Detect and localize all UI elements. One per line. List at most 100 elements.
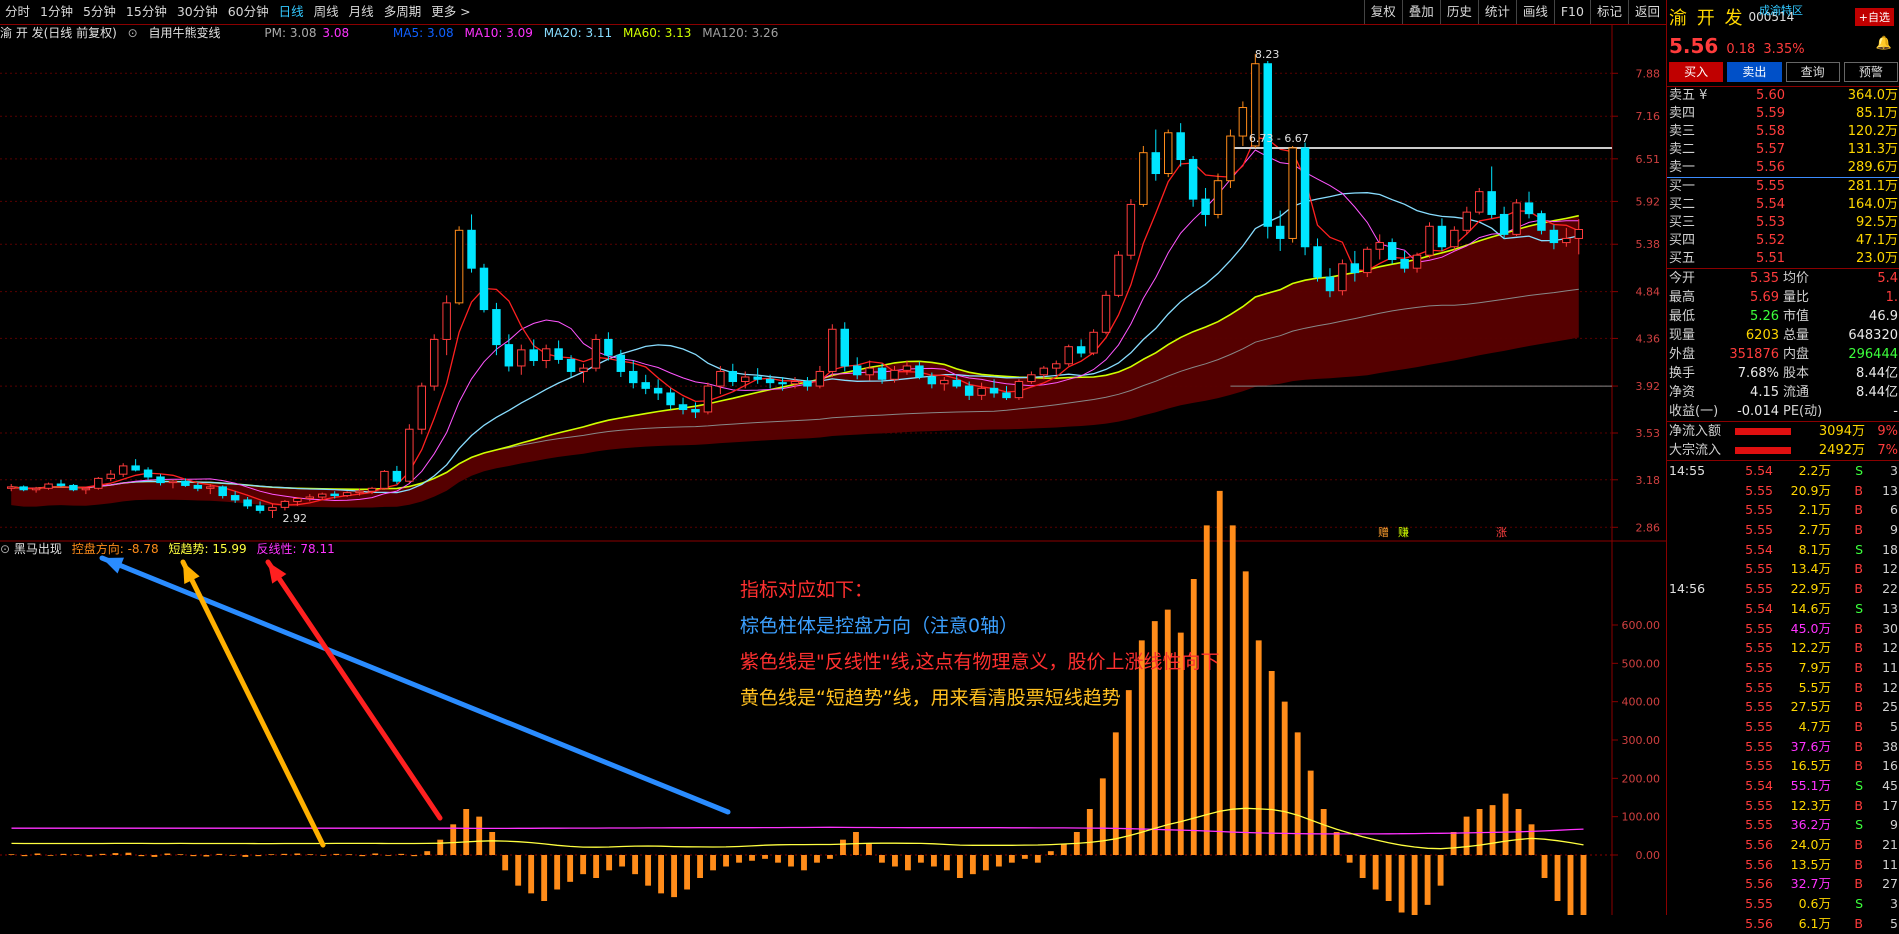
indicator-selector-icon[interactable]: ⊙ xyxy=(128,26,138,40)
buy-button[interactable]: 买入 xyxy=(1669,62,1724,82)
bid-row[interactable]: 买四 5.52 47.1万 xyxy=(1667,232,1899,250)
tick-time xyxy=(1667,855,1729,875)
ask-row[interactable]: 卖二 5.57 131.3万 xyxy=(1667,141,1899,159)
candle-body xyxy=(1537,213,1546,231)
btn-tongji[interactable]: 统计 xyxy=(1477,0,1516,24)
bell-icon[interactable]: 🔔 xyxy=(1876,36,1892,51)
candle-body xyxy=(1126,203,1136,256)
tick-row[interactable]: 5.55 12.2万 B 12 xyxy=(1667,638,1899,658)
tf-weekly[interactable]: 周线 xyxy=(309,0,344,24)
tf-multi[interactable]: 多周期 xyxy=(379,0,427,24)
candle-body xyxy=(1213,180,1223,215)
fundamental-value: 351876 xyxy=(1729,347,1779,362)
bid-row[interactable]: 买五 5.51 23.0万 xyxy=(1667,250,1899,268)
tick-row[interactable]: 5.55 45.0万 B 30 xyxy=(1667,619,1899,639)
tick-row[interactable]: 5.55 13.4万 B 12 xyxy=(1667,559,1899,579)
tick-direction: B xyxy=(1854,482,1863,498)
btn-fuquan[interactable]: 复权 xyxy=(1363,0,1402,24)
sell-button[interactable]: 卖出 xyxy=(1727,62,1782,82)
btn-diejia[interactable]: 叠加 xyxy=(1401,0,1440,24)
tick-row[interactable]: 5.56 13.5万 B 11 xyxy=(1667,855,1899,875)
tick-row[interactable]: 5.54 55.1万 S 45 xyxy=(1667,776,1899,796)
bid-row[interactable]: 买三 5.53 92.5万 xyxy=(1667,214,1899,232)
candle-body xyxy=(168,480,178,484)
btn-fanhui[interactable]: 返回 xyxy=(1627,0,1666,24)
tick-row[interactable]: 5.55 37.6万 B 38 xyxy=(1667,737,1899,757)
stock-district[interactable]: 成渝特区 xyxy=(1759,2,1803,18)
tick-direction: B xyxy=(1854,915,1863,931)
tf-15min[interactable]: 15分钟 xyxy=(121,0,172,24)
candle-body xyxy=(1338,263,1347,292)
bid-row[interactable]: 买二 5.54 164.0万 xyxy=(1667,196,1899,214)
tf-60min[interactable]: 60分钟 xyxy=(223,0,274,24)
candle-body xyxy=(405,428,414,482)
candle-body xyxy=(6,486,16,489)
tick-row[interactable]: 5.55 16.5万 B 16 xyxy=(1667,756,1899,776)
indicator-panel-icon[interactable]: ⊙ xyxy=(0,542,10,556)
tick-list[interactable]: 14:55 5.54 2.2万 S 3 5.55 20.9万 B 13 5.55 2.1万 B 6 5.5… xyxy=(1667,461,1899,934)
ask-row[interactable]: 卖三 5.58 120.2万 xyxy=(1667,123,1899,141)
tick-count: 3 xyxy=(1890,463,1898,478)
ask-row[interactable]: 卖一 5.56 289.6万 xyxy=(1667,159,1899,177)
fundamental-label: 今开 xyxy=(1669,271,1696,286)
candle-body xyxy=(803,381,812,387)
tick-volume: 12.3万 xyxy=(1790,797,1831,813)
tf-30min[interactable]: 30分钟 xyxy=(172,0,223,24)
tf-monthly[interactable]: 月线 xyxy=(344,0,379,24)
tf-more[interactable]: 更多 > xyxy=(426,0,475,24)
candle-body xyxy=(1412,254,1422,269)
tick-row[interactable]: 5.55 0.6万 S 3 xyxy=(1667,894,1899,914)
btn-biaoji[interactable]: 标记 xyxy=(1589,0,1628,24)
tf-5min[interactable]: 5分钟 xyxy=(78,0,121,24)
tick-row[interactable]: 5.55 2.1万 B 6 xyxy=(1667,500,1899,520)
query-button[interactable]: 查询 xyxy=(1785,62,1840,82)
candle-body xyxy=(293,497,302,502)
tick-row[interactable]: 5.55 12.3万 B 17 xyxy=(1667,796,1899,816)
ask-row[interactable]: 卖五 ¥ 5.60 364.0万 xyxy=(1667,87,1899,105)
tick-row[interactable]: 5.56 6.1万 B 5 xyxy=(1667,914,1899,934)
tick-time xyxy=(1667,835,1729,855)
tick-row[interactable]: 5.55 5.5万 B 12 xyxy=(1667,678,1899,698)
ask-row[interactable]: 卖四 5.59 85.1万 xyxy=(1667,105,1899,123)
fundamental-value: -0.014 xyxy=(1737,404,1779,419)
tick-row[interactable]: 14:56 5.55 22.9万 B 22 xyxy=(1667,579,1899,599)
tick-row[interactable]: 5.55 7.9万 B 11 xyxy=(1667,658,1899,678)
tick-price: 5.56 xyxy=(1745,876,1773,892)
tick-time xyxy=(1667,737,1729,757)
btn-f10[interactable]: F10 xyxy=(1553,0,1590,24)
indicator-name[interactable]: 自用牛熊变线 xyxy=(149,26,221,40)
bid-price: 5.55 xyxy=(1756,179,1785,194)
candle-body xyxy=(877,367,887,380)
tick-price: 5.55 xyxy=(1745,581,1773,597)
period-toolbar: 分时 1分钟 5分钟 15分钟 30分钟 60分钟 日线 周线 月线 多周期 更… xyxy=(0,0,1666,25)
indicator-title[interactable]: 黑马出现 xyxy=(14,542,62,556)
tick-row[interactable]: 5.55 36.2万 S 9 xyxy=(1667,815,1899,835)
tick-row[interactable]: 5.55 4.7万 B 5 xyxy=(1667,717,1899,737)
candle-body xyxy=(1387,242,1397,260)
kline-chart[interactable]: 8.23 2.92 6.73 - 6.67 赠赚 涨 7.88 7.16 6.51 5.92 5… xyxy=(0,0,1666,915)
tick-row[interactable]: 5.55 27.5万 B 25 xyxy=(1667,697,1899,717)
fund-flow: 净流入额 3094万 9% 大宗流入 2492万 7% xyxy=(1667,422,1899,461)
tick-row[interactable]: 5.56 32.7万 B 27 xyxy=(1667,874,1899,894)
bid-row[interactable]: 买一 5.55 281.1万 xyxy=(1667,178,1899,196)
tf-1min[interactable]: 1分钟 xyxy=(35,0,78,24)
fund-flow-row: 净流入额 3094万 9% xyxy=(1667,422,1899,441)
tick-row[interactable]: 5.55 2.7万 B 9 xyxy=(1667,520,1899,540)
btn-huaxian[interactable]: 画线 xyxy=(1515,0,1554,24)
candle-body xyxy=(1475,191,1484,213)
candle-body xyxy=(1512,202,1521,235)
tf-daily[interactable]: 日线 xyxy=(274,0,309,24)
tick-row[interactable]: 14:55 5.54 2.2万 S 3 xyxy=(1667,461,1899,481)
alert-button[interactable]: 预警 xyxy=(1843,62,1898,82)
tick-row[interactable]: 5.56 24.0万 B 21 xyxy=(1667,835,1899,855)
kongpan-label: 控盘方向: -8.78 xyxy=(71,542,159,556)
fundamental-label: 内盘 xyxy=(1783,347,1810,362)
candle-body xyxy=(1549,229,1559,244)
candle-body xyxy=(218,486,227,497)
tick-row[interactable]: 5.54 14.6万 S 13 xyxy=(1667,599,1899,619)
add-favorite-button[interactable]: +自选 xyxy=(1854,8,1894,26)
btn-lishi[interactable]: 历史 xyxy=(1439,0,1478,24)
tick-row[interactable]: 5.55 20.9万 B 13 xyxy=(1667,481,1899,501)
tf-fenshi[interactable]: 分时 xyxy=(0,0,35,24)
tick-row[interactable]: 5.54 8.1万 S 18 xyxy=(1667,540,1899,560)
